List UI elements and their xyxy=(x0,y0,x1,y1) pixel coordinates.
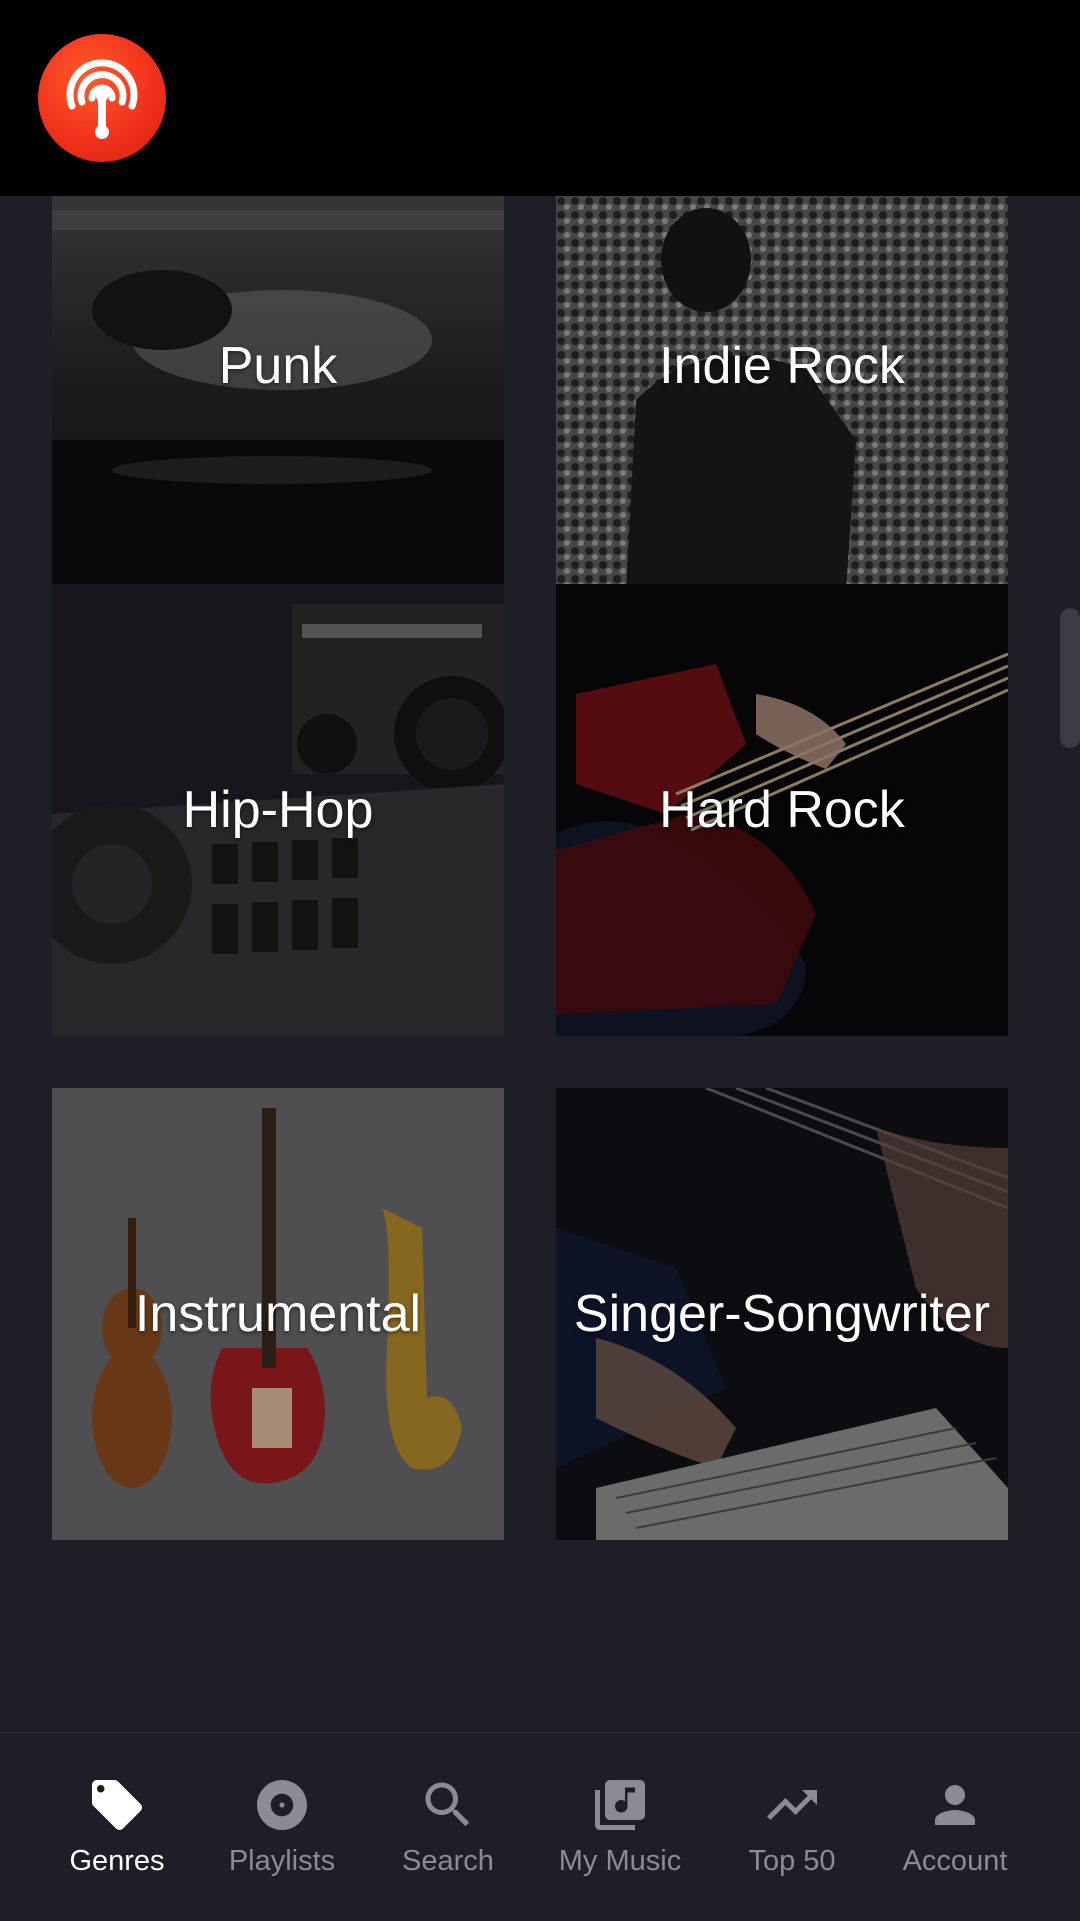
scrollbar-thumb[interactable] xyxy=(1060,608,1080,748)
trending-up-icon xyxy=(767,1790,817,1820)
nav-item-top-50[interactable]: Top 50 xyxy=(702,1733,882,1921)
disc-icon xyxy=(257,1780,307,1830)
tag-icon xyxy=(92,1780,142,1830)
genre-label: Instrumental xyxy=(134,1285,422,1343)
nav-item-search[interactable]: Search xyxy=(358,1733,538,1921)
search-icon xyxy=(425,1782,470,1827)
top-app-bar xyxy=(0,0,1080,196)
genre-tile-instrumental[interactable]: Instrumental xyxy=(52,1088,504,1540)
nav-item-my-music[interactable]: My Music xyxy=(530,1733,710,1921)
genre-tile-hard-rock[interactable]: Hard Rock xyxy=(556,584,1008,1036)
nav-item-genres[interactable]: Genres xyxy=(27,1733,207,1921)
music-library-icon xyxy=(595,1780,645,1830)
broadcast-antenna-icon xyxy=(66,59,138,139)
genre-tile-hip-hop[interactable]: Hip-Hop xyxy=(52,584,504,1036)
person-icon xyxy=(935,1785,975,1825)
genre-tile-punk[interactable]: Punk xyxy=(52,196,504,592)
genre-label: Hip-Hop xyxy=(182,781,374,839)
nav-label: Playlists xyxy=(228,1845,336,1877)
genre-label: Indie Rock xyxy=(659,337,905,395)
genre-label: Punk xyxy=(218,337,338,395)
genre-tile-indie-rock[interactable]: Indie Rock xyxy=(556,196,1008,592)
app-logo[interactable] xyxy=(38,34,166,162)
nav-label: Top 50 xyxy=(748,1845,836,1877)
bottom-navigation: Genres Playlists Search My Music Top 50 … xyxy=(0,1732,1080,1921)
nav-label: My Music xyxy=(558,1845,682,1877)
genre-tile-singer-songwriter[interactable]: Singer-Songwriter xyxy=(556,1088,1008,1540)
genre-grid[interactable]: Punk Indie Rock Hip-Hop Hard Rock Instru… xyxy=(0,196,1080,1732)
nav-label: Account xyxy=(902,1845,1008,1877)
genre-label: Hard Rock xyxy=(659,781,905,839)
nav-label: Genres xyxy=(69,1845,165,1877)
nav-item-account[interactable]: Account xyxy=(865,1733,1045,1921)
genre-label: Singer-Songwriter xyxy=(573,1285,991,1343)
nav-item-playlists[interactable]: Playlists xyxy=(192,1733,372,1921)
nav-label: Search xyxy=(402,1845,494,1877)
